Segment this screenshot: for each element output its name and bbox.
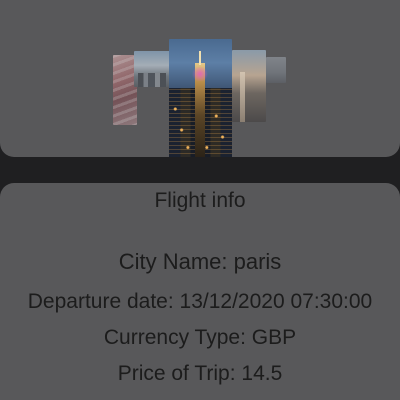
- photo-carousel[interactable]: [0, 0, 400, 157]
- flight-info-title: Flight info: [154, 189, 246, 212]
- screen: Flight info City Name: paris Departure d…: [0, 0, 400, 400]
- skyscraper-spire: [199, 51, 201, 65]
- departure-date-text: Departure date: 13/12/2020 07:30:00: [27, 290, 373, 313]
- city-name-text: City Name: paris: [118, 249, 282, 274]
- currency-type-text: Currency Type: GBP: [103, 326, 297, 349]
- trip-price-text: Price of Trip: 14.5: [117, 362, 283, 385]
- carousel-photo-4[interactable]: [232, 50, 266, 122]
- carousel-photo-2[interactable]: [134, 51, 170, 87]
- carousel-photo-selected[interactable]: [169, 39, 232, 157]
- tower-glow: [191, 67, 209, 81]
- carousel-photo-5[interactable]: [266, 57, 286, 83]
